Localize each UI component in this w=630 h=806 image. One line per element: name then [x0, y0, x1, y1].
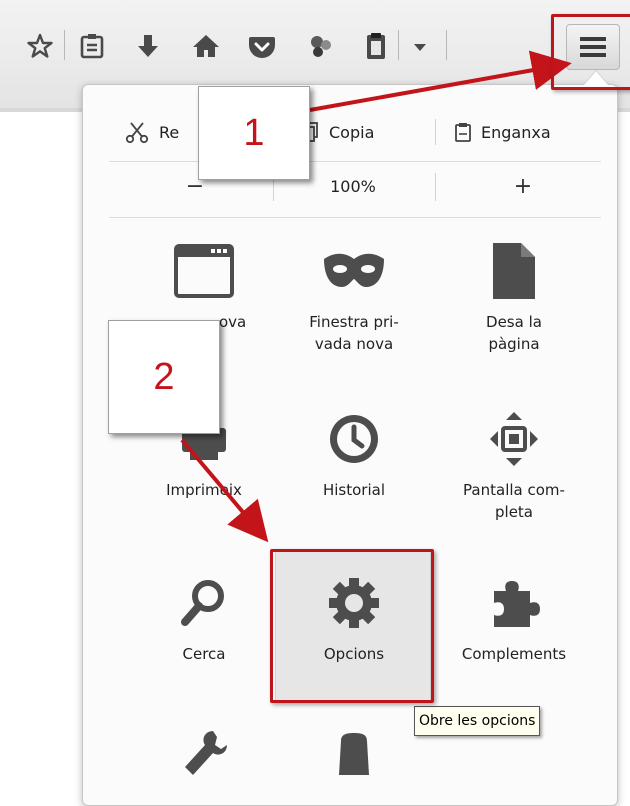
- arrow-to-options: [180, 438, 269, 543]
- options-highlight: [270, 549, 434, 703]
- step-1-callout: 1: [198, 86, 310, 180]
- step-2-callout: 2: [108, 320, 220, 434]
- arrow-to-menu-button: [309, 50, 572, 112]
- menu-button-highlight: [551, 14, 630, 90]
